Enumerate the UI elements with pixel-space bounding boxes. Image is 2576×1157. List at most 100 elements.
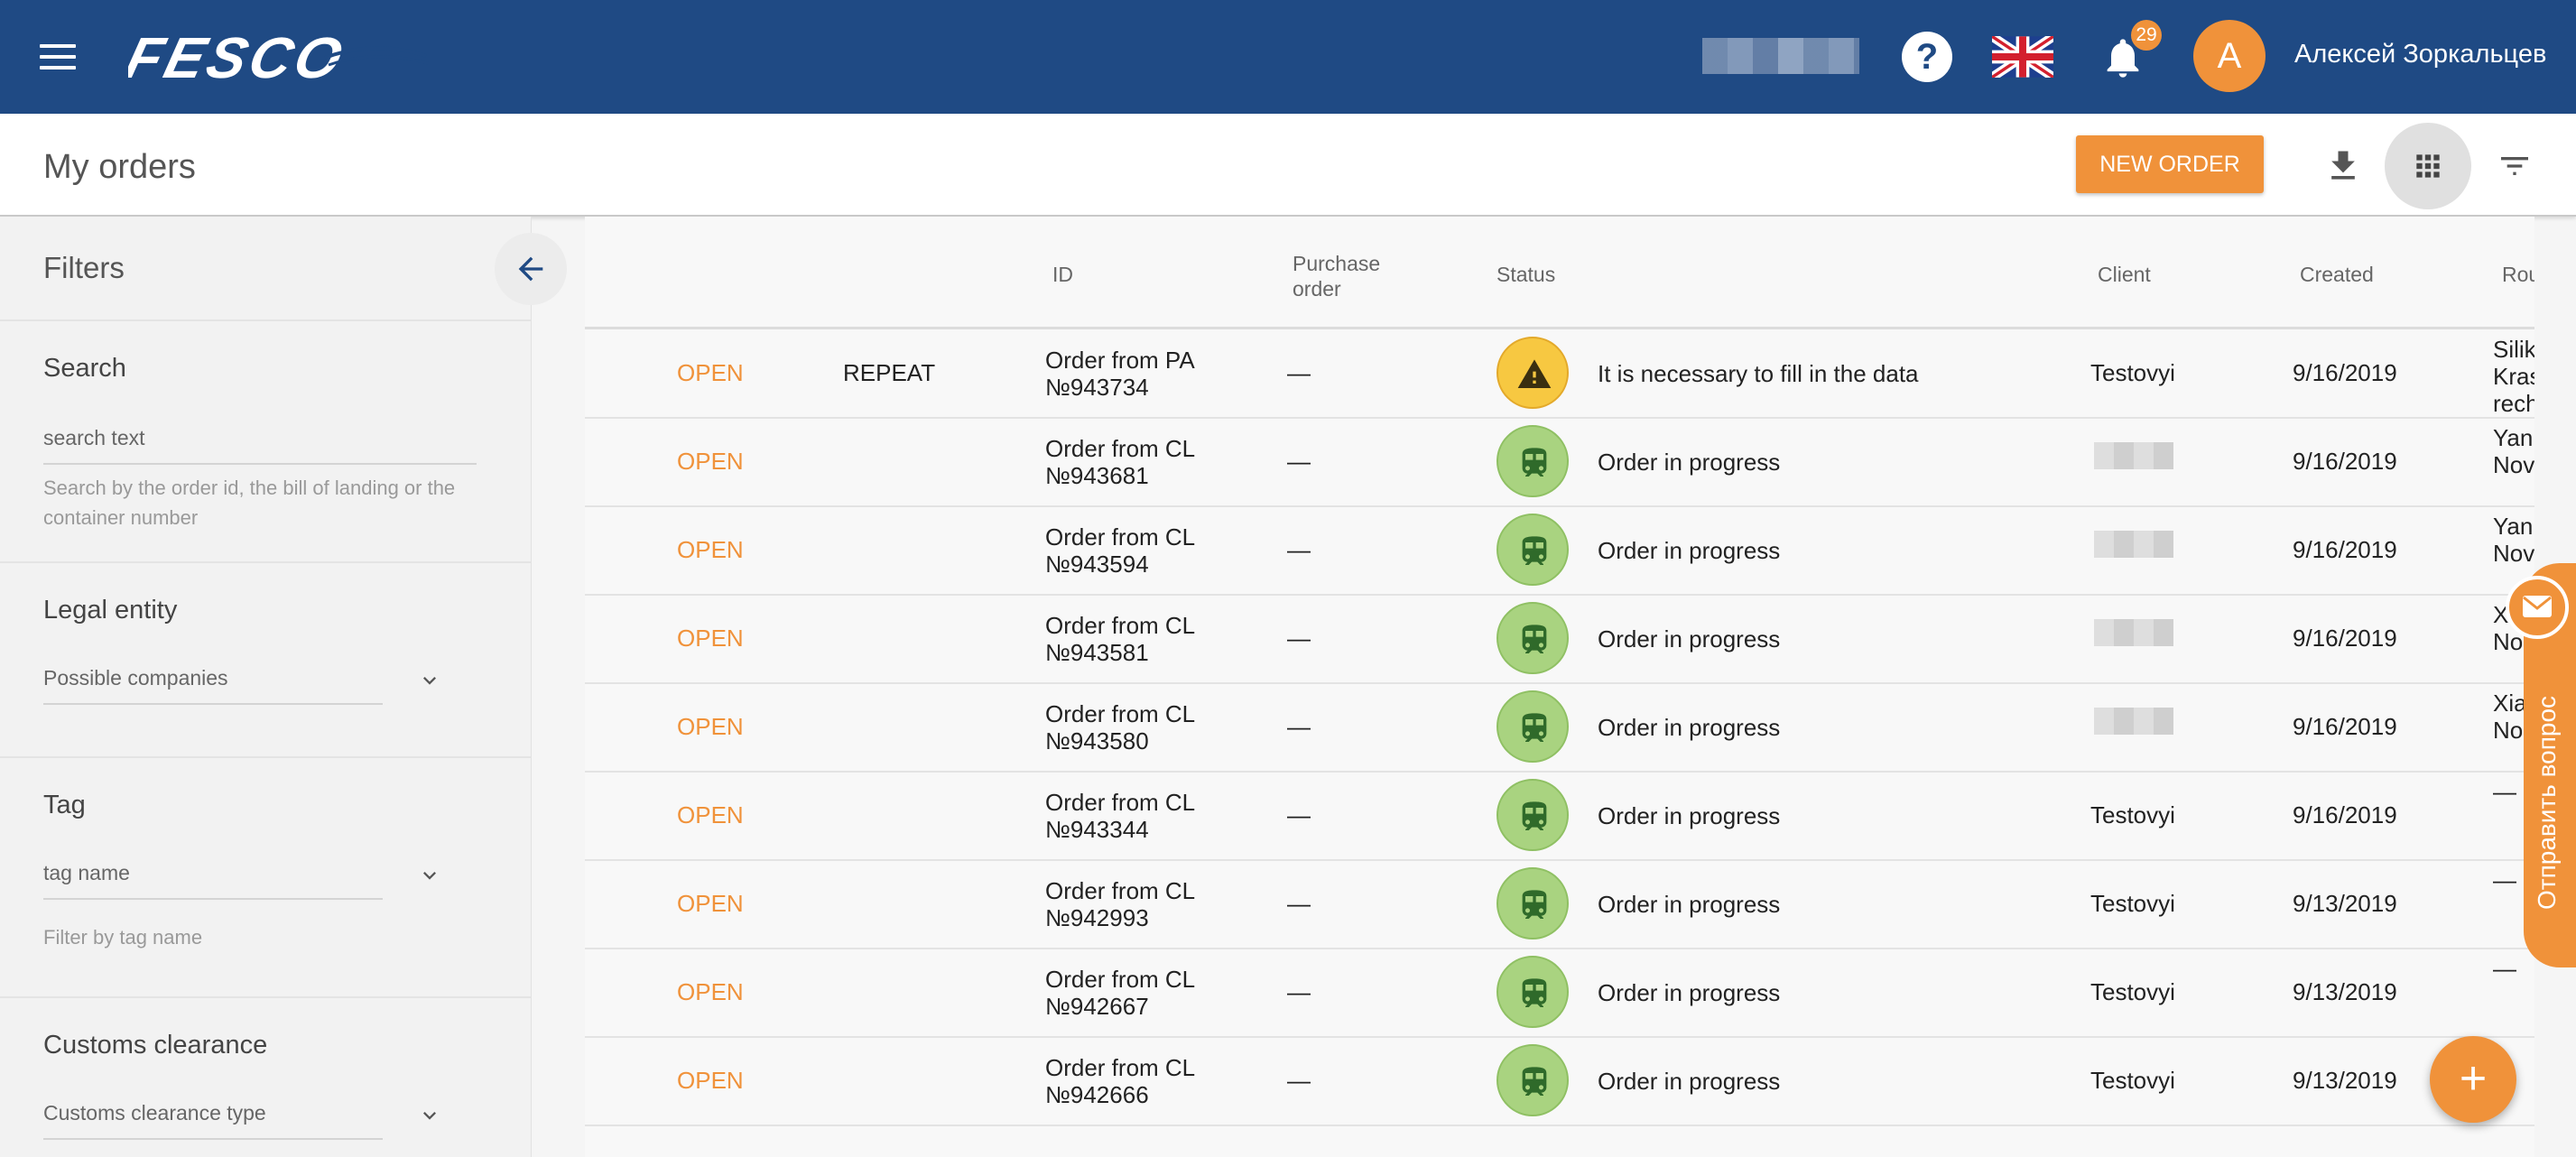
- blurred-client: [2094, 531, 2173, 558]
- column-header-route[interactable]: Rou: [2502, 262, 2534, 287]
- blurred-client: [2094, 708, 2173, 735]
- order-state-open[interactable]: OPEN: [677, 890, 744, 918]
- order-state-open[interactable]: OPEN: [677, 1067, 744, 1095]
- order-state-open[interactable]: OPEN: [677, 801, 744, 829]
- chevron-down-icon[interactable]: [417, 668, 442, 693]
- column-header-purchase-order[interactable]: Purchase order: [1293, 251, 1401, 301]
- svg-text:FESCO: FESCO: [128, 25, 352, 88]
- route-line: Xia: [2493, 690, 2527, 717]
- repeat-order-button[interactable]: REPEAT: [843, 359, 935, 387]
- legal-entity-select[interactable]: Possible companies: [43, 666, 383, 705]
- status-text: Order in progress: [1598, 449, 1781, 476]
- order-state-open[interactable]: OPEN: [677, 359, 744, 387]
- route-line: rech: [2493, 390, 2534, 417]
- filter-icon[interactable]: [2497, 148, 2533, 184]
- customs-select[interactable]: Customs clearance type: [43, 1101, 383, 1140]
- feedback-label[interactable]: Отправить вопрос: [2533, 696, 2562, 910]
- fesco-logo[interactable]: FESCO: [128, 25, 435, 88]
- route-line: Yan: [2493, 513, 2534, 540]
- created-date: 9/16/2019: [2293, 536, 2397, 563]
- table-row[interactable]: OPEN Order from CL №943344 — Order in progre…: [585, 771, 2534, 861]
- train-icon: [1496, 867, 1569, 939]
- order-id[interactable]: Order from CL №943581: [1045, 612, 1195, 666]
- train-icon: [1496, 779, 1569, 851]
- user-avatar[interactable]: А: [2193, 20, 2266, 92]
- table-row[interactable]: OPEN Order from CL №943580 — Order in progre…: [585, 682, 2534, 773]
- table-row[interactable]: OPEN Order from CL №942667 — Order in progre…: [585, 948, 2534, 1038]
- tag-hint: Filter by tag name: [43, 926, 203, 949]
- route-cell: —: [2493, 955, 2516, 982]
- train-icon: [1496, 956, 1569, 1028]
- order-id-line: Order from CL: [1045, 877, 1196, 904]
- order-state-open[interactable]: OPEN: [677, 625, 744, 653]
- status-text: Order in progress: [1598, 802, 1781, 829]
- purchase-order-value: —: [1287, 713, 1311, 740]
- column-header-id[interactable]: ID: [1052, 262, 1073, 287]
- table-row[interactable]: OPEN Order from CL №943681 — Order in progre…: [585, 417, 2534, 507]
- uk-flag-icon[interactable]: [1992, 36, 2053, 78]
- add-fab[interactable]: +: [2430, 1036, 2516, 1123]
- page-title: My orders: [43, 148, 196, 186]
- route-line: Silik: [2493, 336, 2534, 363]
- download-icon[interactable]: [2323, 146, 2363, 186]
- column-header-created[interactable]: Created: [2300, 262, 2374, 287]
- table-row[interactable]: OPEN Order from CL №942666 — Order in progre…: [585, 1036, 2534, 1126]
- filters-sidebar: Filters Search search text Search by the…: [0, 217, 567, 1157]
- order-state-open[interactable]: OPEN: [677, 978, 744, 1006]
- mail-icon[interactable]: [2506, 576, 2569, 639]
- blurred-client: [2094, 619, 2173, 646]
- order-number: №942666: [1045, 1081, 1149, 1108]
- status-text: Order in progress: [1598, 537, 1781, 564]
- purchase-order-value: —: [1287, 1067, 1311, 1094]
- order-number: №943580: [1045, 727, 1149, 754]
- purchase-order-value: —: [1287, 890, 1311, 917]
- order-state-open[interactable]: OPEN: [677, 713, 744, 741]
- created-date: 9/16/2019: [2293, 448, 2397, 475]
- train-icon: [1496, 690, 1569, 763]
- chevron-down-icon[interactable]: [417, 1103, 442, 1128]
- blurred-client: [2094, 442, 2173, 469]
- route-line: Nov: [2493, 451, 2534, 478]
- search-input[interactable]: search text: [43, 426, 477, 465]
- client-name: Testovyi: [2090, 359, 2175, 386]
- order-id[interactable]: Order from CL №943344: [1045, 789, 1195, 843]
- order-id[interactable]: Order from CL №943594: [1045, 523, 1195, 578]
- column-header-client[interactable]: Client: [2098, 262, 2151, 287]
- route-line: No: [2493, 717, 2524, 744]
- menu-icon[interactable]: [40, 44, 76, 69]
- grid-view-toggle[interactable]: [2385, 123, 2471, 209]
- tag-select[interactable]: tag name: [43, 861, 383, 900]
- order-number: №943581: [1045, 639, 1149, 666]
- created-date: 9/16/2019: [2293, 801, 2397, 828]
- blurred-account-info: [1702, 38, 1859, 74]
- client-name: Testovyi: [2090, 978, 2175, 1005]
- order-id[interactable]: Order from PA №943734: [1045, 347, 1195, 401]
- route-cell: Yan Nov: [2493, 424, 2534, 478]
- train-icon: [1496, 514, 1569, 586]
- order-id[interactable]: Order from CL №942666: [1045, 1054, 1195, 1108]
- status-text: It is necessary to fill in the data: [1598, 360, 1919, 387]
- order-id-line: Order from CL: [1045, 612, 1196, 639]
- table-row[interactable]: OPEN Order from CL №943581 — Order in progre…: [585, 594, 2534, 684]
- purchase-order-value: —: [1287, 359, 1311, 386]
- order-id[interactable]: Order from CL №942993: [1045, 877, 1195, 931]
- table-row[interactable]: OPEN Order from CL №943594 — Order in progre…: [585, 505, 2534, 596]
- order-state-open[interactable]: OPEN: [677, 448, 744, 476]
- order-state-open[interactable]: OPEN: [677, 536, 744, 564]
- route-line: Yan: [2493, 424, 2534, 451]
- purchase-order-value: —: [1287, 978, 1311, 1005]
- order-id[interactable]: Order from CL №943580: [1045, 700, 1195, 754]
- column-header-status[interactable]: Status: [1496, 262, 1555, 287]
- new-order-button[interactable]: NEW ORDER: [2076, 135, 2264, 193]
- help-icon[interactable]: ?: [1902, 32, 1952, 82]
- table-row[interactable]: OPEN REPEAT Order from PA №943734 — It is nec…: [585, 329, 2534, 419]
- collapse-filters-button[interactable]: [495, 233, 567, 305]
- chevron-down-icon[interactable]: [417, 863, 442, 888]
- order-id[interactable]: Order from CL №943681: [1045, 435, 1195, 489]
- order-number: №943681: [1045, 462, 1149, 489]
- order-number: №943734: [1045, 374, 1149, 401]
- order-id[interactable]: Order from CL №942667: [1045, 966, 1195, 1020]
- status-text: Order in progress: [1598, 979, 1781, 1006]
- table-row[interactable]: OPEN Order from CL №942993 — Order in progre…: [585, 859, 2534, 949]
- user-name[interactable]: Алексей Зоркальцев: [2294, 40, 2546, 69]
